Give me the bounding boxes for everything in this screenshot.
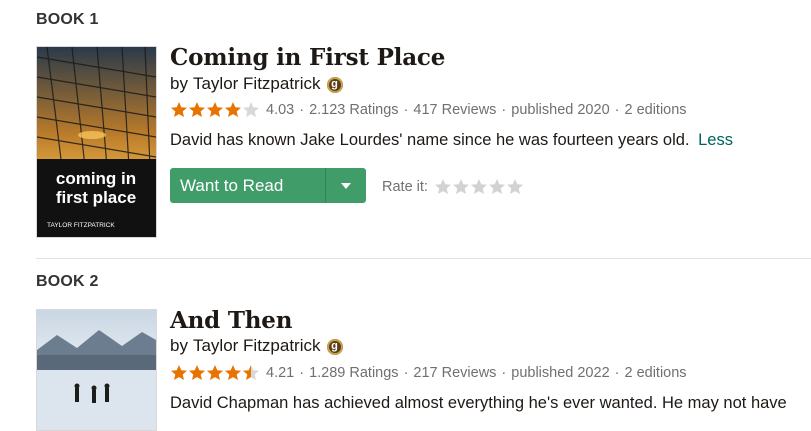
author-name[interactable]: Taylor Fitzpatrick (193, 336, 321, 356)
book-cover[interactable]: coming in first place TAYLOR FITZPATRICK (36, 46, 157, 238)
star-icon (470, 179, 487, 194)
book-meta: 4.03 · 2.123 Ratings · 417 Reviews · pub… (170, 101, 687, 118)
author-name[interactable]: Taylor Fitzpatrick (193, 74, 321, 94)
description-text: David has known Jake Lourdes' name since… (170, 131, 690, 149)
want-to-read-button[interactable]: Want to Read (170, 168, 366, 203)
star-icon (243, 365, 259, 380)
divider (36, 258, 811, 259)
published-date: published 2020 (511, 101, 610, 118)
chevron-down-icon (341, 182, 351, 189)
want-to-read-label[interactable]: Want to Read (170, 168, 326, 203)
average-rating: 4.21 (266, 364, 295, 381)
cover-title-line1: coming in (56, 169, 136, 188)
rate-it-label: Rate it: (382, 178, 428, 195)
star-icon (207, 365, 223, 380)
author-line: by Taylor Fitzpatrick g (170, 74, 343, 94)
rating-stars (170, 364, 260, 381)
star-icon (207, 102, 223, 117)
rate-stars-input[interactable] (434, 178, 524, 195)
less-link[interactable]: Less (698, 131, 733, 149)
star-icon (189, 365, 205, 380)
star-icon (243, 102, 259, 117)
book-title[interactable]: And Then (170, 307, 292, 334)
rating-stars (170, 101, 260, 118)
editions-link[interactable]: 2 editions (624, 102, 686, 118)
goodreads-author-badge-icon: g (326, 77, 343, 93)
star-icon (488, 179, 505, 194)
cover-title-line2: first place (56, 188, 136, 207)
ratings-count: 2.123 Ratings (309, 101, 399, 118)
by-label: by (170, 336, 188, 355)
average-rating: 4.03 (266, 101, 295, 118)
book-cover[interactable] (36, 309, 157, 431)
author-line: by Taylor Fitzpatrick g (170, 336, 343, 356)
goodreads-author-badge-icon: g (326, 339, 343, 355)
book-label: BOOK 1 (36, 11, 99, 28)
book-title[interactable]: Coming in First Place (170, 44, 445, 71)
star-icon (189, 102, 205, 117)
book-description: David has known Jake Lourdes' name since… (170, 131, 733, 150)
star-icon (225, 102, 241, 117)
star-icon (452, 179, 469, 194)
by-label: by (170, 74, 188, 93)
star-icon (506, 179, 523, 194)
cover-author: TAYLOR FITZPATRICK (47, 222, 115, 229)
book-meta: 4.21 · 1.289 Ratings · 217 Reviews · pub… (170, 364, 687, 381)
star-icon (434, 179, 451, 194)
book-label: BOOK 2 (36, 273, 99, 290)
rate-it: Rate it: (382, 178, 524, 195)
reviews-count: 217 Reviews (413, 364, 497, 381)
book-description: David Chapman has achieved almost everyt… (170, 394, 787, 413)
ratings-count: 1.289 Ratings (309, 364, 399, 381)
editions-link[interactable]: 2 editions (624, 365, 686, 381)
reviews-count: 417 Reviews (413, 101, 497, 118)
shelf-dropdown-button[interactable] (326, 168, 366, 203)
description-text: David Chapman has achieved almost everyt… (170, 394, 787, 412)
star-icon (171, 365, 187, 380)
published-date: published 2022 (511, 364, 610, 381)
star-icon (225, 365, 241, 380)
star-icon (171, 102, 187, 117)
